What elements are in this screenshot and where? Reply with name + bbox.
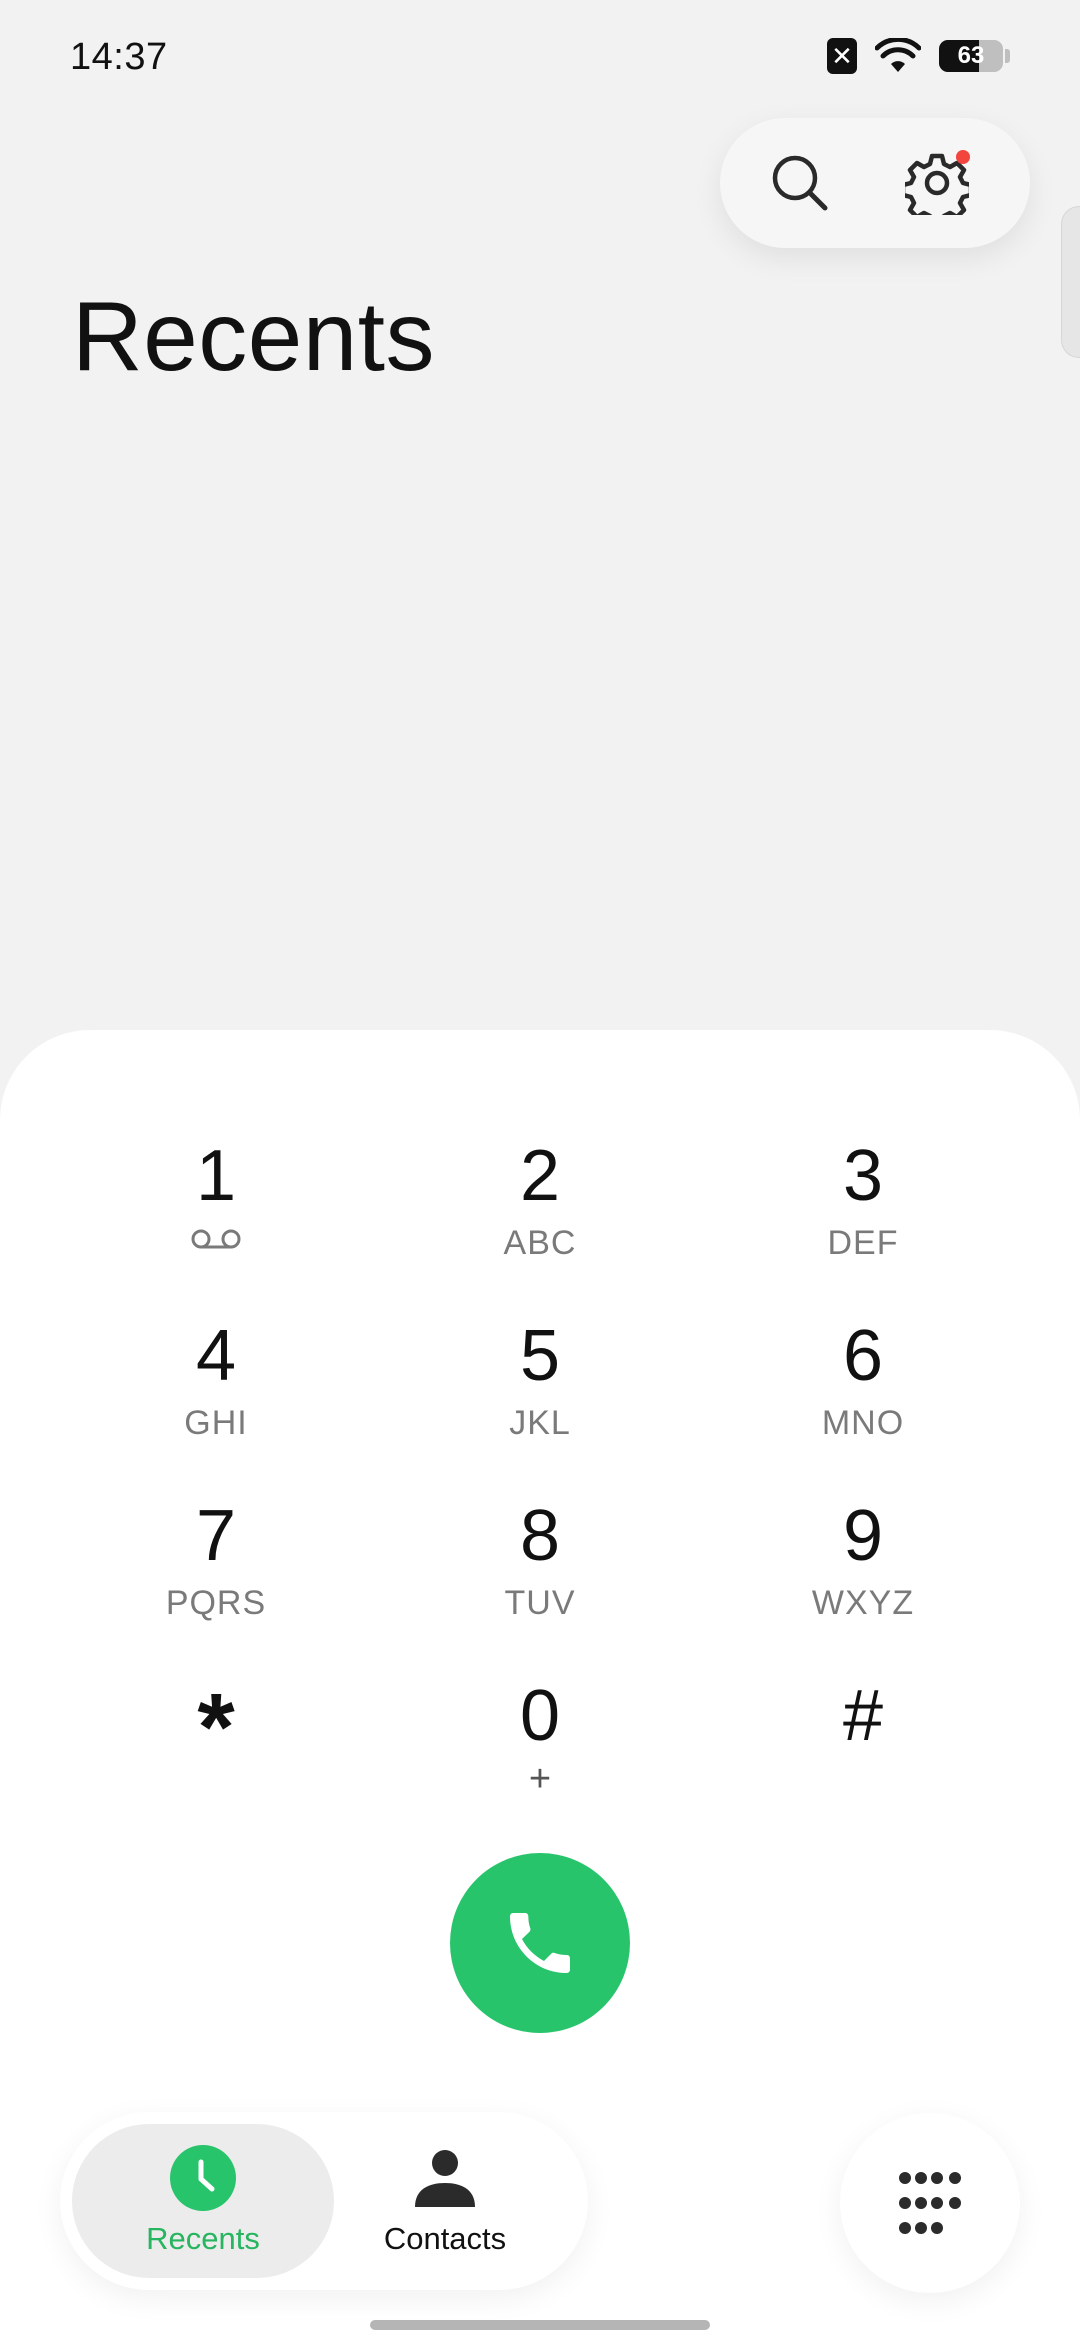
tab-contacts-label: Contacts bbox=[383, 2221, 507, 2256]
key-digit: 5 bbox=[519, 1316, 561, 1396]
key-digit: 2 bbox=[519, 1136, 561, 1216]
dial-key-9[interactable]: 9 WXYZ bbox=[733, 1490, 993, 1650]
top-actions-pill bbox=[720, 118, 1030, 248]
key-letters: TUV bbox=[504, 1584, 576, 1622]
key-digit: 4 bbox=[195, 1316, 237, 1396]
key-letters: GHI bbox=[184, 1404, 248, 1442]
dial-key-5[interactable]: 5 JKL bbox=[410, 1310, 670, 1470]
battery-indicator: 63 bbox=[939, 40, 1003, 72]
key-digit: 1 bbox=[195, 1136, 237, 1216]
search-button[interactable] bbox=[765, 148, 835, 218]
tab-recents-label: Recents bbox=[146, 2221, 260, 2256]
dial-key-8[interactable]: 8 TUV bbox=[410, 1490, 670, 1650]
key-letters: + bbox=[528, 1758, 552, 1800]
clock-icon bbox=[170, 2145, 236, 2211]
key-letters: ABC bbox=[503, 1224, 577, 1262]
sim-error-icon: ✕ bbox=[827, 38, 857, 74]
dial-key-0[interactable]: 0 + bbox=[410, 1670, 670, 1830]
dial-key-1[interactable]: 1 bbox=[86, 1130, 346, 1290]
status-time: 14:37 bbox=[70, 36, 168, 78]
key-digit: 9 bbox=[842, 1496, 884, 1576]
person-icon bbox=[415, 2150, 475, 2207]
phone-icon bbox=[510, 1913, 570, 1973]
dial-key-6[interactable]: 6 MNO bbox=[733, 1310, 993, 1470]
key-digit: # bbox=[842, 1676, 884, 1756]
key-digit: 7 bbox=[195, 1496, 237, 1576]
keypad-toggle-button[interactable] bbox=[840, 2113, 1020, 2293]
dial-key-4[interactable]: 4 GHI bbox=[86, 1310, 346, 1470]
battery-cap bbox=[1005, 49, 1010, 63]
settings-button[interactable] bbox=[902, 148, 972, 218]
tab-recents[interactable]: Recents bbox=[72, 2124, 334, 2278]
tab-contacts[interactable]: Contacts bbox=[314, 2124, 576, 2278]
dial-key-star[interactable]: * bbox=[86, 1670, 346, 1830]
battery-level: 63 bbox=[957, 42, 985, 69]
keypad-icon bbox=[899, 2172, 961, 2234]
key-letters: WXYZ bbox=[811, 1584, 915, 1622]
key-letters: JKL bbox=[509, 1404, 571, 1442]
notification-dot bbox=[956, 150, 970, 164]
key-digit: 0 bbox=[519, 1676, 561, 1756]
key-digit: 8 bbox=[519, 1496, 561, 1576]
dial-key-7[interactable]: 7 PQRS bbox=[86, 1490, 346, 1650]
key-letters: DEF bbox=[827, 1224, 899, 1262]
edge-panel-handle[interactable] bbox=[1061, 206, 1080, 358]
dial-key-2[interactable]: 2 ABC bbox=[410, 1130, 670, 1290]
key-letters: MNO bbox=[821, 1404, 905, 1442]
home-indicator[interactable] bbox=[370, 2320, 710, 2330]
dial-key-3[interactable]: 3 DEF bbox=[733, 1130, 993, 1290]
wifi-icon bbox=[875, 38, 921, 72]
voicemail-icon bbox=[191, 1229, 241, 1249]
key-digit: 3 bbox=[842, 1136, 884, 1216]
key-digit: 6 bbox=[842, 1316, 884, 1396]
search-icon bbox=[772, 155, 828, 211]
page-title: Recents bbox=[72, 281, 436, 391]
key-letters: PQRS bbox=[165, 1584, 267, 1622]
call-button[interactable] bbox=[450, 1853, 630, 2033]
status-icons: ✕ 63 bbox=[827, 38, 1010, 74]
bottom-nav: Recents Contacts bbox=[60, 2112, 588, 2290]
dial-key-hash[interactable]: # bbox=[733, 1670, 993, 1830]
key-digit: * bbox=[197, 1674, 235, 1781]
